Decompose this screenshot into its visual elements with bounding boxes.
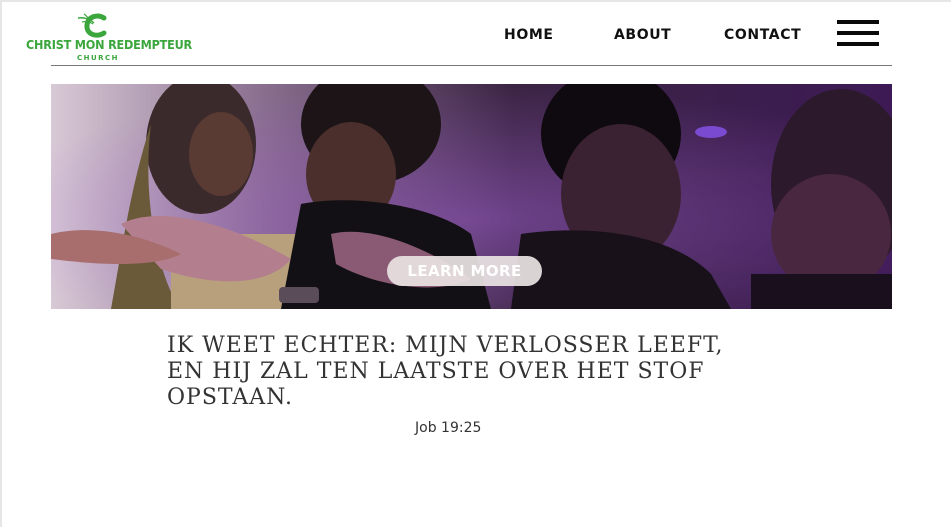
brand-tagline: CHURCH <box>76 54 120 62</box>
menu-bar <box>837 31 879 35</box>
brand-logo[interactable]: CHRIST MON REDEMPTEUR CHURCH <box>26 12 193 66</box>
scripture-reference: Job 19:25 <box>415 420 482 436</box>
scripture-quote: Ik weet echter: mijn Verlosser leeft, en… <box>167 333 724 410</box>
nav-contact-link[interactable]: CONTACT <box>724 27 801 43</box>
nav-home-link[interactable]: HOME <box>504 27 554 43</box>
menu-bar <box>837 20 879 24</box>
nav-about-link[interactable]: ABOUT <box>614 27 671 43</box>
leaf-c-icon <box>77 13 107 38</box>
hamburger-menu-icon[interactable] <box>837 20 879 48</box>
header-divider <box>51 65 892 66</box>
menu-bar <box>837 42 879 46</box>
brand-name: CHRIST MON REDEMPTEUR <box>26 37 193 52</box>
learn-more-button[interactable]: LEARN MORE <box>387 256 542 286</box>
